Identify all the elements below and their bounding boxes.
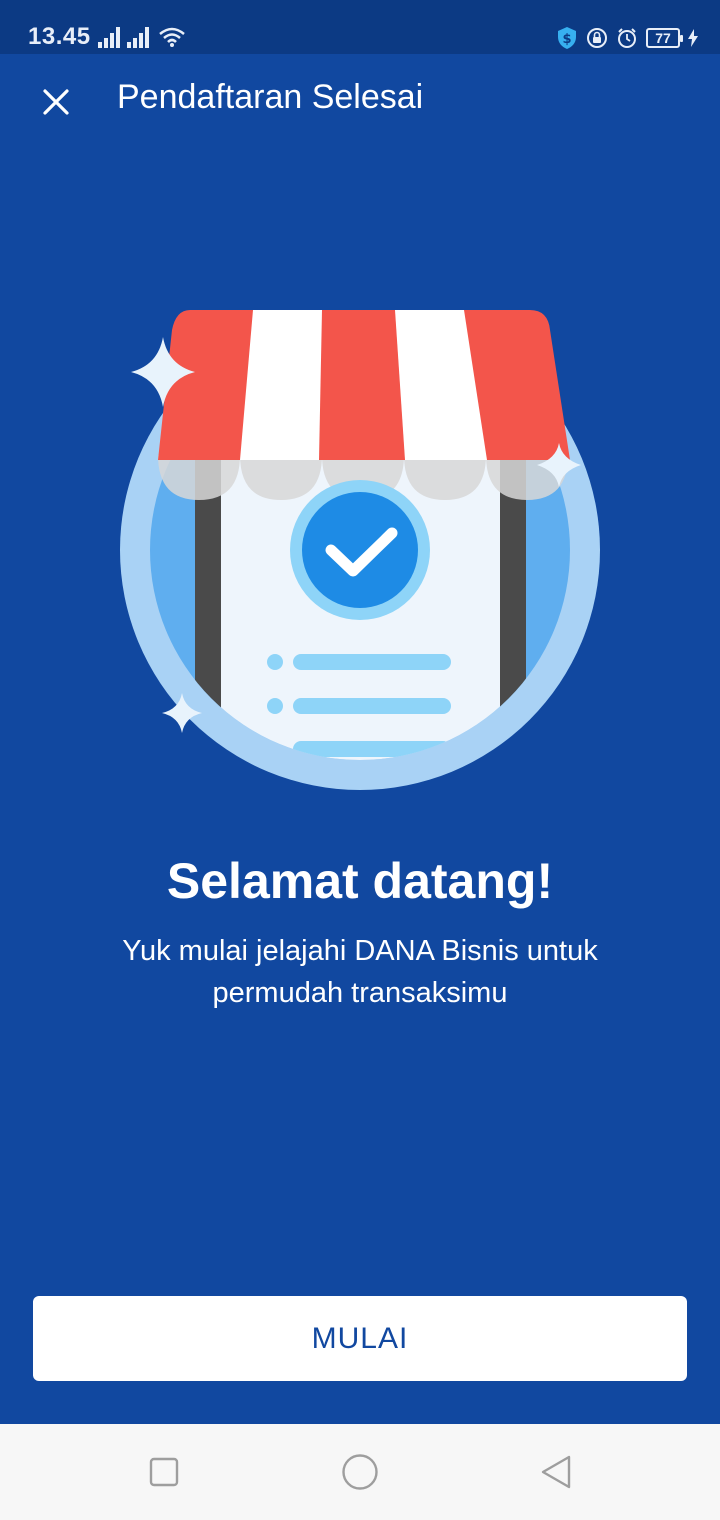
store-pillar-right xyxy=(500,455,526,760)
back-triangle-icon xyxy=(541,1455,571,1489)
store-success-illustration xyxy=(120,310,600,790)
circle-icon xyxy=(342,1454,378,1490)
wifi-icon xyxy=(159,27,185,47)
recent-apps-button[interactable] xyxy=(140,1448,188,1496)
alarm-icon xyxy=(618,28,636,48)
store-awning xyxy=(158,310,570,460)
close-icon xyxy=(43,89,69,115)
battery-indicator: 77 xyxy=(646,28,683,48)
list-line xyxy=(293,698,451,714)
battery-level: 77 xyxy=(655,30,671,46)
check-badge xyxy=(302,492,418,608)
start-button[interactable]: MULAI xyxy=(33,1296,687,1381)
store-pillar-left xyxy=(195,455,221,760)
status-icons: $ 77 xyxy=(556,23,698,53)
lock-icon xyxy=(587,28,607,48)
close-button[interactable] xyxy=(28,74,84,130)
page-title: Pendaftaran Selesai xyxy=(117,78,424,116)
status-bar: 13.45 $ 77 xyxy=(0,0,720,54)
home-button[interactable] xyxy=(336,1448,384,1496)
signal-icon-2 xyxy=(127,27,149,48)
square-icon xyxy=(149,1457,179,1487)
start-button-label: MULAI xyxy=(311,1321,409,1355)
back-button[interactable] xyxy=(532,1448,580,1496)
signal-icon-1 xyxy=(98,27,120,48)
system-nav-bar xyxy=(0,1424,720,1520)
svg-text:$: $ xyxy=(562,32,571,47)
shield-dollar-icon: $ xyxy=(558,27,576,49)
status-time: 13.45 xyxy=(28,23,91,50)
app-header: Pendaftaran Selesai xyxy=(0,54,720,146)
list-line xyxy=(293,654,451,670)
charging-icon xyxy=(688,29,698,47)
welcome-subtitle: Yuk mulai jelajahi DANA Bisnis untuk per… xyxy=(122,935,598,1009)
welcome-title: Selamat datang! xyxy=(166,853,554,909)
